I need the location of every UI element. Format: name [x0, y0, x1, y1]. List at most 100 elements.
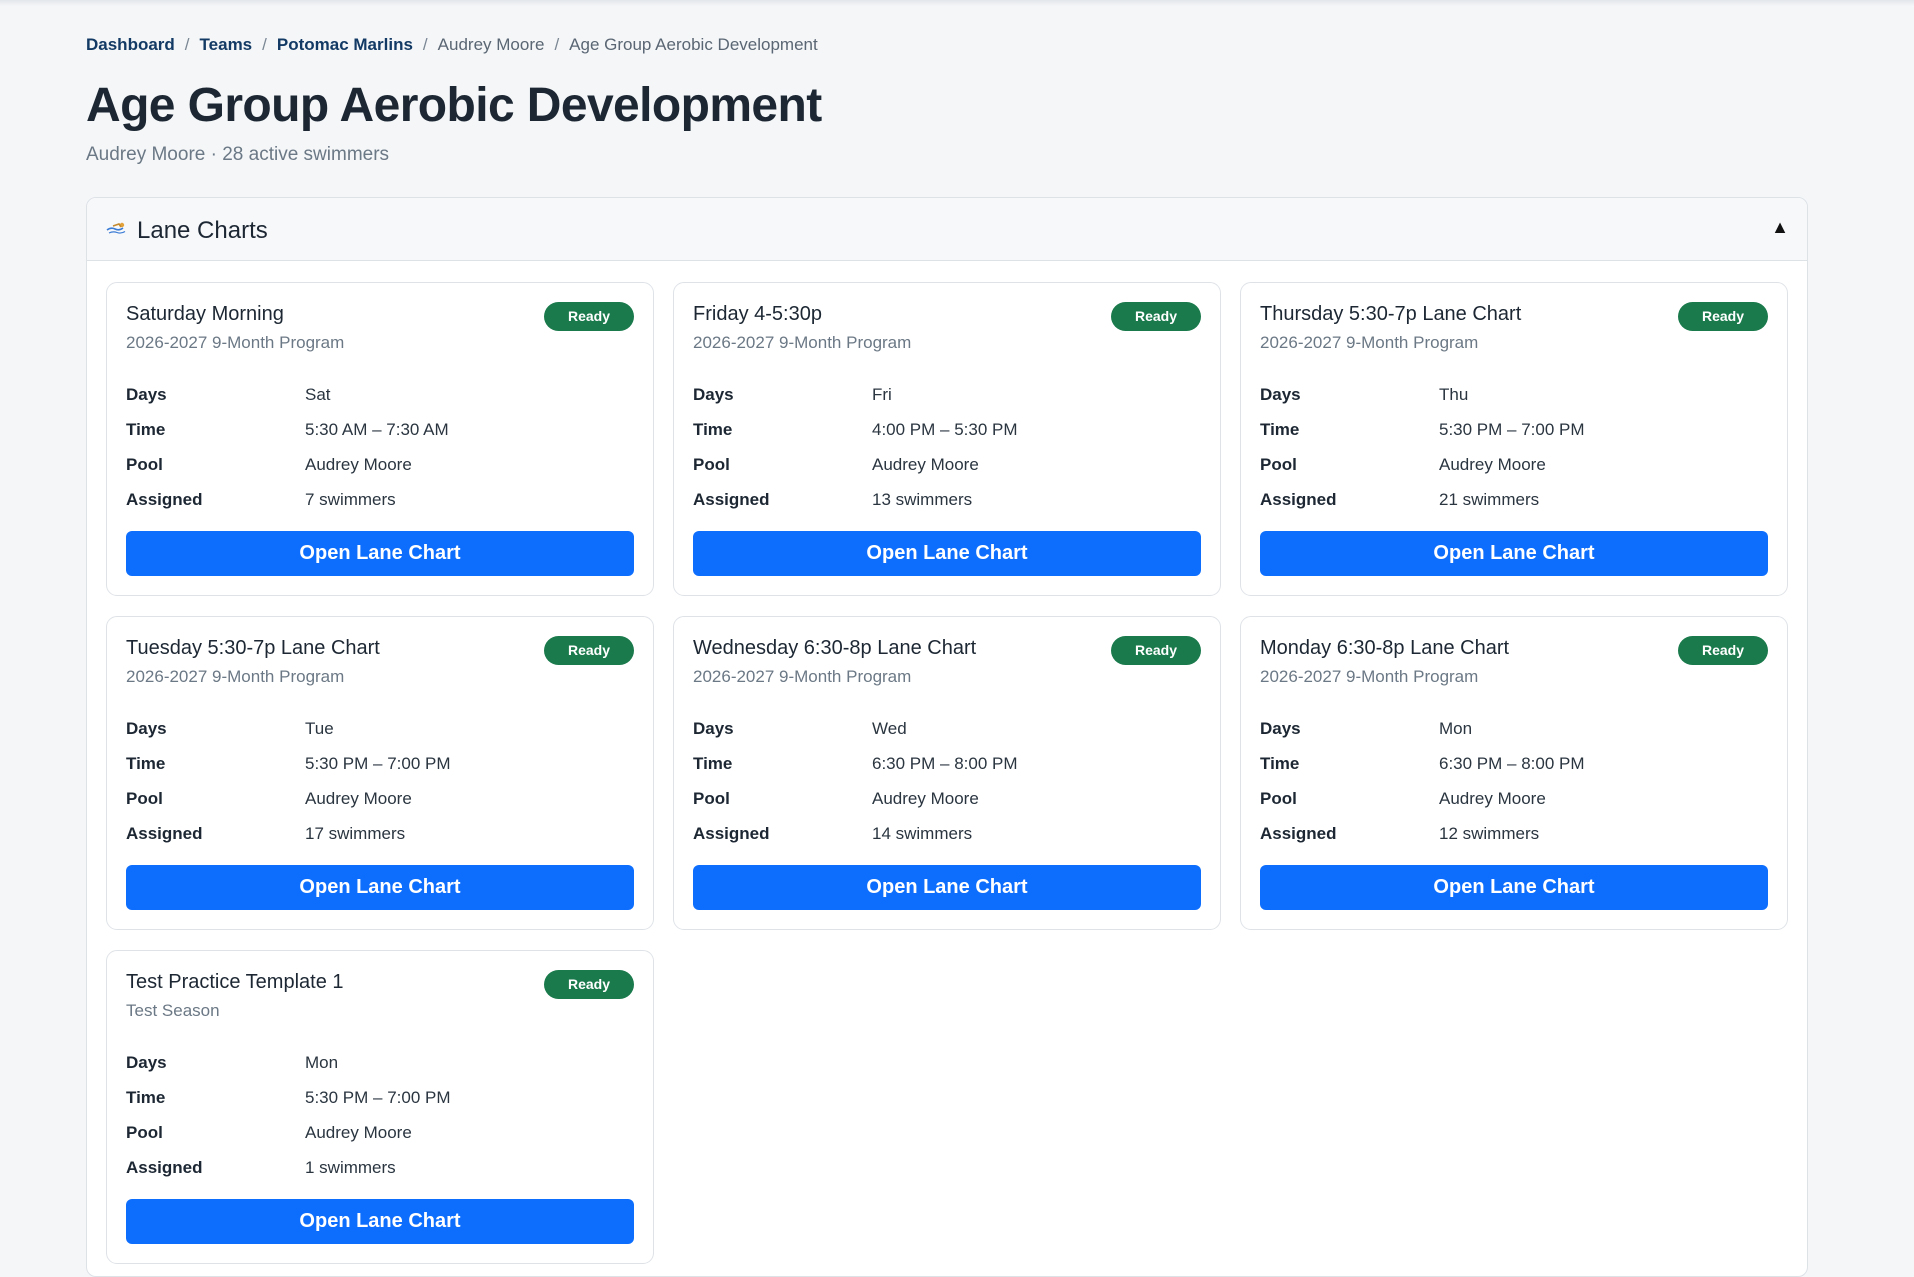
open-lane-chart-button[interactable]: Open Lane Chart: [1260, 531, 1768, 576]
card-details: Days Mon Time 6:30 PM – 8:00 PM Pool Audrey…: [1260, 711, 1770, 851]
card-title: Wednesday 6:30-8p Lane Chart: [693, 637, 977, 659]
card-season: 2026-2027 9-Month Program: [693, 667, 912, 686]
assigned-value: 21 swimmers: [1439, 489, 1540, 509]
breadcrumb-dashboard[interactable]: Dashboard: [86, 35, 175, 55]
days-value: Sat: [305, 384, 331, 404]
card-season: 2026-2027 9-Month Program: [126, 333, 345, 352]
open-lane-chart-button[interactable]: Open Lane Chart: [693, 865, 1201, 910]
open-lane-chart-button[interactable]: Open Lane Chart: [126, 531, 634, 576]
pool-value: Audrey Moore: [305, 454, 412, 474]
lane-chart-card: Thursday 5:30-7p Lane Chart 2026-2027 9-…: [1240, 282, 1788, 596]
breadcrumb-teams[interactable]: Teams: [200, 35, 253, 55]
open-lane-chart-button[interactable]: Open Lane Chart: [126, 865, 634, 910]
time-value: 5:30 PM – 7:00 PM: [305, 1087, 451, 1107]
card-details: Days Sat Time 5:30 AM – 7:30 AM Pool Audrey…: [126, 377, 636, 517]
days-label: Days: [1260, 384, 1301, 404]
assigned-row: Assigned 12 swimmers: [1260, 816, 1770, 851]
assigned-row: Assigned 13 swimmers: [693, 482, 1203, 517]
assigned-row: Assigned 17 swimmers: [126, 816, 636, 851]
status-badge: Ready: [544, 970, 634, 999]
lane-chart-card: Monday 6:30-8p Lane Chart 2026-2027 9-Mo…: [1240, 616, 1788, 930]
days-value: Thu: [1439, 384, 1469, 404]
assigned-label: Assigned: [126, 489, 203, 509]
card-season: 2026-2027 9-Month Program: [1260, 333, 1479, 352]
open-lane-chart-button[interactable]: Open Lane Chart: [126, 1199, 634, 1244]
pool-row: Pool Audrey Moore: [126, 447, 636, 482]
breadcrumb: Dashboard / Teams / Potomac Marlins / Au…: [86, 35, 818, 55]
status-badge: Ready: [1678, 636, 1768, 665]
time-row: Time 5:30 PM – 7:00 PM: [1260, 412, 1770, 447]
lane-chart-card: Saturday Morning 2026-2027 9-Month Progr…: [106, 282, 654, 596]
days-row: Days Fri: [693, 377, 1203, 412]
days-label: Days: [1260, 718, 1301, 738]
assigned-value: 17 swimmers: [305, 823, 406, 843]
time-row: Time 6:30 PM – 8:00 PM: [693, 746, 1203, 781]
lane-chart-card: Tuesday 5:30-7p Lane Chart 2026-2027 9-M…: [106, 616, 654, 930]
time-value: 6:30 PM – 8:00 PM: [1439, 753, 1585, 773]
assigned-value: 12 swimmers: [1439, 823, 1540, 843]
days-label: Days: [693, 718, 734, 738]
time-label: Time: [693, 419, 733, 439]
breadcrumb-separator: /: [422, 35, 428, 54]
lane-chart-card: Wednesday 6:30-8p Lane Chart 2026-2027 9…: [673, 616, 1221, 930]
days-label: Days: [126, 384, 167, 404]
card-title: Thursday 5:30-7p Lane Chart: [1260, 303, 1522, 325]
collapse-toggle-icon[interactable]: ▲: [1771, 217, 1789, 238]
assigned-value: 14 swimmers: [872, 823, 973, 843]
assigned-value: 1 swimmers: [305, 1157, 396, 1177]
days-row: Days Sat: [126, 377, 636, 412]
time-value: 4:00 PM – 5:30 PM: [872, 419, 1018, 439]
breadcrumb-separator: /: [262, 35, 267, 54]
card-season: 2026-2027 9-Month Program: [126, 667, 345, 686]
days-label: Days: [693, 384, 734, 404]
status-badge: Ready: [1678, 302, 1768, 331]
pool-row: Pool Audrey Moore: [1260, 447, 1770, 482]
status-badge: Ready: [544, 636, 634, 665]
open-lane-chart-button[interactable]: Open Lane Chart: [1260, 865, 1768, 910]
pool-value: Audrey Moore: [872, 788, 979, 808]
card-title: Test Practice Template 1: [126, 971, 344, 993]
assigned-label: Assigned: [1260, 823, 1337, 843]
card-details: Days Thu Time 5:30 PM – 7:00 PM Pool Audrey…: [1260, 377, 1770, 517]
assigned-row: Assigned 7 swimmers: [126, 482, 636, 517]
pool-label: Pool: [693, 454, 730, 474]
swimmer-icon: [106, 222, 126, 234]
page-title: Age Group Aerobic Development: [86, 79, 822, 132]
card-season: Test Season: [126, 1001, 220, 1020]
status-badge: Ready: [1111, 302, 1201, 331]
card-season: 2026-2027 9-Month Program: [693, 333, 912, 352]
days-value: Mon: [1439, 718, 1473, 738]
days-row: Days Mon: [1260, 711, 1770, 746]
time-row: Time 6:30 PM – 8:00 PM: [1260, 746, 1770, 781]
panel-header[interactable]: Lane Charts ▲: [87, 198, 1807, 261]
days-label: Days: [126, 1052, 167, 1072]
time-row: Time 5:30 PM – 7:00 PM: [126, 746, 636, 781]
pool-value: Audrey Moore: [305, 788, 412, 808]
time-label: Time: [1260, 753, 1300, 773]
breadcrumb-current: Age Group Aerobic Development: [569, 35, 818, 54]
lane-chart-card: Friday 4-5:30p 2026-2027 9-Month Program…: [673, 282, 1221, 596]
time-value: 6:30 PM – 8:00 PM: [872, 753, 1018, 773]
days-row: Days Tue: [126, 711, 636, 746]
pool-row: Pool Audrey Moore: [693, 781, 1203, 816]
time-row: Time 5:30 PM – 7:00 PM: [126, 1080, 636, 1115]
assigned-value: 7 swimmers: [305, 489, 396, 509]
assigned-row: Assigned 14 swimmers: [693, 816, 1203, 851]
card-title: Saturday Morning: [126, 303, 284, 325]
card-season: 2026-2027 9-Month Program: [1260, 667, 1479, 686]
assigned-label: Assigned: [693, 823, 770, 843]
pool-value: Audrey Moore: [1439, 788, 1546, 808]
breadcrumb-separator: /: [184, 35, 190, 54]
breadcrumb-team[interactable]: Potomac Marlins: [277, 35, 413, 55]
days-row: Days Mon: [126, 1045, 636, 1080]
status-badge: Ready: [1111, 636, 1201, 665]
days-value: Mon: [305, 1052, 339, 1072]
status-badge: Ready: [544, 302, 634, 331]
breadcrumb-pool: Audrey Moore: [437, 35, 545, 54]
lane-chart-card: Test Practice Template 1 Test Season Rea…: [106, 950, 654, 1264]
days-value: Wed: [872, 718, 907, 738]
pool-row: Pool Audrey Moore: [126, 781, 636, 816]
open-lane-chart-button[interactable]: Open Lane Chart: [693, 531, 1201, 576]
pool-label: Pool: [1260, 454, 1297, 474]
time-label: Time: [126, 419, 166, 439]
